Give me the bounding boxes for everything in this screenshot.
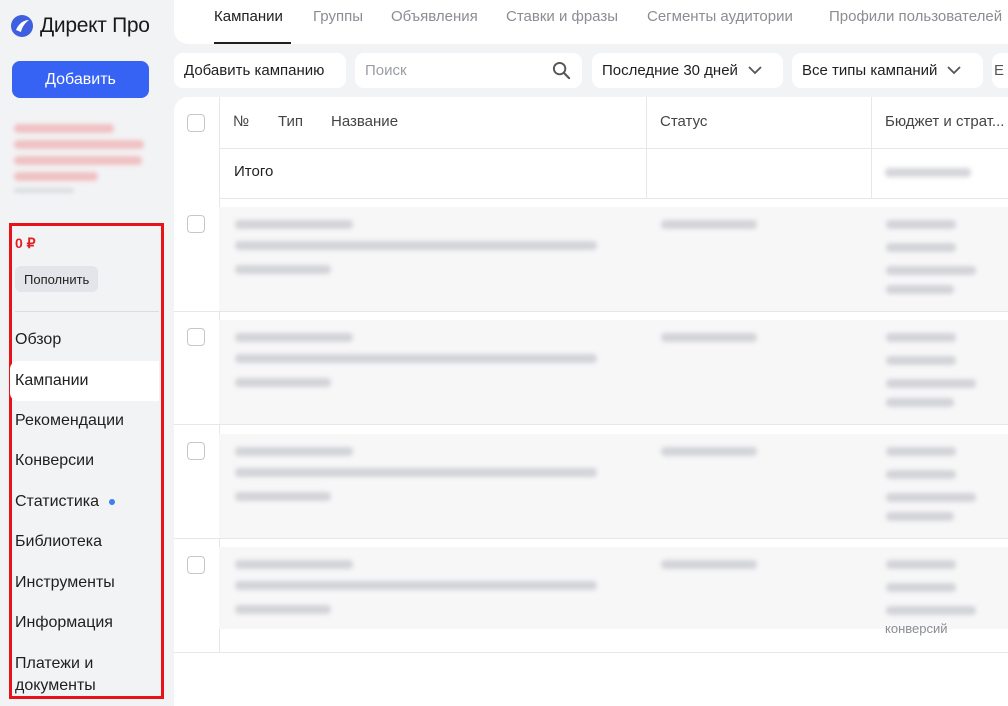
campaigns-table: № Тип Название Статус Бюджет и страт... … [174, 97, 1008, 706]
balance-value: 0 ₽ [15, 235, 36, 251]
row-checkbox[interactable] [187, 215, 205, 233]
add-campaign-label: Добавить кампанию [184, 62, 325, 79]
divider [15, 311, 159, 312]
period-select[interactable]: Последние 30 дней [592, 53, 783, 88]
tab-ads[interactable]: Объявления [391, 8, 478, 25]
tab-bids-phrases[interactable]: Ставки и фразы [506, 8, 618, 25]
sidebar-item-campaigns[interactable]: Кампании [10, 361, 159, 401]
sidebar-item-label: Инструменты [15, 574, 115, 591]
search-icon[interactable] [552, 61, 571, 80]
campaign-types-value: Все типы кампаний [802, 62, 938, 79]
tab-groups[interactable]: Группы [313, 8, 363, 25]
app-title: Директ Про [40, 14, 150, 37]
row-checkbox[interactable] [187, 328, 205, 346]
tab-user-profiles[interactable]: Профили пользователей [829, 8, 1002, 25]
column-budget: Бюджет и страт... [885, 113, 1005, 130]
sidebar-item-label: Статистика [15, 493, 100, 510]
row-checkbox[interactable] [187, 556, 205, 574]
sidebar-item-overview[interactable]: Обзор [10, 320, 159, 360]
search-input[interactable]: Поиск [355, 53, 582, 88]
sidebar-item-label: Конверсии [15, 452, 95, 469]
sidebar-item-label: Платежи и документы [15, 655, 96, 694]
sidebar-item-label: Рекомендации [15, 412, 124, 429]
notification-dot [109, 499, 116, 505]
select-all-checkbox[interactable] [187, 114, 205, 132]
sidebar-item-label: Информация [15, 614, 113, 631]
column-number: № [233, 113, 250, 130]
sidebar-item-label: Библиотека [15, 533, 102, 550]
column-status: Статус [660, 113, 708, 130]
more-filter[interactable]: Е [992, 53, 1008, 88]
logo[interactable]: Директ Про [10, 14, 150, 38]
add-button[interactable]: Добавить [12, 61, 149, 98]
budget-strategy-text: конверсий [885, 621, 948, 636]
tab-audience-segments[interactable]: Сегменты аудитории [647, 8, 793, 25]
account-info-blurred [14, 124, 154, 200]
column-type: Тип [278, 113, 304, 130]
column-name: Название [331, 113, 399, 130]
table-row[interactable] [219, 434, 1008, 538]
sidebar-item-statistics[interactable]: Статистика [10, 482, 159, 522]
tab-campaigns[interactable]: Кампании [214, 8, 283, 25]
sidebar-item-payments[interactable]: Платежи и документы [10, 653, 159, 699]
total-label: Итого [234, 163, 274, 180]
sidebar-item-tools[interactable]: Инструменты [10, 563, 159, 603]
table-row[interactable] [219, 320, 1008, 424]
row-checkbox[interactable] [187, 442, 205, 460]
topup-button[interactable]: Пополнить [15, 266, 99, 292]
chevron-down-icon [947, 66, 962, 75]
sidebar-item-conversions[interactable]: Конверсии [10, 441, 159, 481]
search-placeholder: Поиск [365, 62, 407, 79]
sidebar-item-library[interactable]: Библиотека [10, 522, 159, 562]
sidebar-item-label: Обзор [15, 331, 62, 348]
sidebar-item-label: Кампании [15, 372, 89, 389]
sidebar-item-recommendations[interactable]: Рекомендации [10, 401, 159, 441]
campaign-types-select[interactable]: Все типы кампаний [792, 53, 983, 88]
add-campaign-button[interactable]: Добавить кампанию [174, 53, 346, 88]
table-row[interactable] [219, 207, 1008, 311]
sidebar-item-information[interactable]: Информация [10, 603, 159, 643]
chevron-down-icon [748, 66, 762, 75]
active-tab-indicator [214, 42, 291, 44]
period-value: Последние 30 дней [602, 62, 738, 79]
direct-logo-icon [11, 15, 33, 37]
table-row[interactable] [219, 547, 1008, 629]
